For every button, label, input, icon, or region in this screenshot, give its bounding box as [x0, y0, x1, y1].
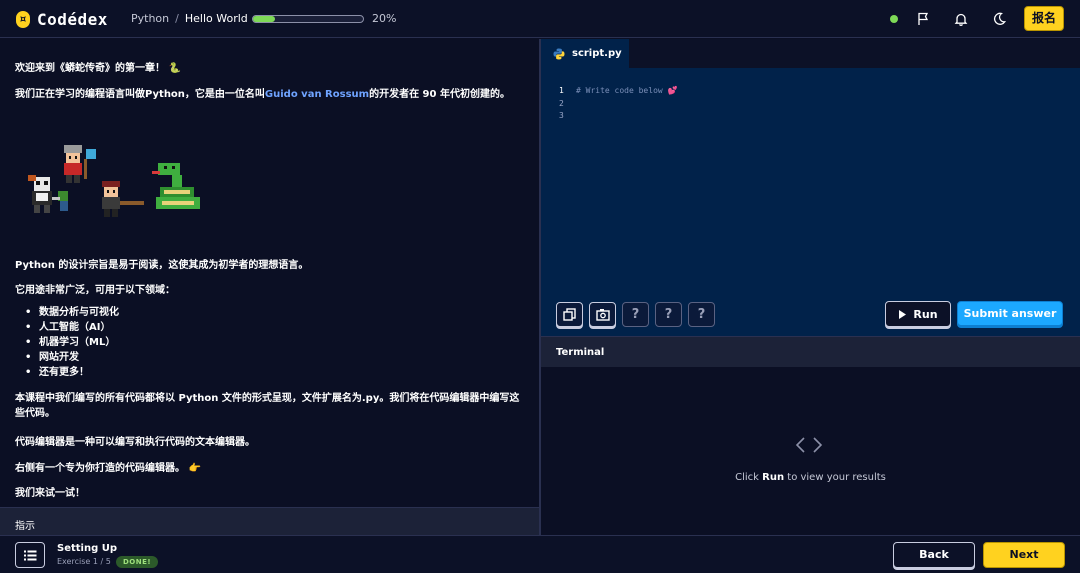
- code-line-2[interactable]: [576, 98, 678, 111]
- done-badge: DONE!: [116, 556, 159, 568]
- lesson-paragraph-6: 右侧有一个专为你打造的代码编辑器。 👉: [15, 459, 201, 474]
- screenshot-button[interactable]: [589, 302, 616, 327]
- line-number: 2: [559, 98, 564, 108]
- lesson-paragraph-1: 我们正在学习的编程语言叫做Python，它是由一位名叫Guido van Ros…: [15, 85, 510, 100]
- terminal-hint-run: Run: [762, 472, 785, 483]
- code-brackets-icon: [795, 437, 823, 453]
- lesson-paragraph-3: 它用途非常广泛，可用于以下领域：: [15, 285, 175, 296]
- terminal-hint-suffix: to view your results: [784, 472, 886, 483]
- code-area[interactable]: # Write code below 💕: [576, 85, 678, 123]
- locked-hint-button[interactable]: ?: [622, 302, 649, 327]
- pirate-sprite: [102, 181, 144, 217]
- goblin-sprite: [52, 191, 68, 211]
- breadcrumb-separator: /: [175, 12, 179, 25]
- back-button[interactable]: Back: [893, 542, 975, 568]
- guido-link[interactable]: Guido van Rossum: [265, 89, 369, 100]
- lesson-p1-prefix: 我们正在学习的编程语言叫做Python，它是由一位名叫: [15, 89, 265, 100]
- list-item: 网站开发: [25, 350, 119, 365]
- heart-emoji-icon: 💕: [667, 86, 678, 95]
- code-line-1[interactable]: # Write code below 💕: [576, 85, 678, 98]
- code-editor[interactable]: script.py 1 2 3 # Write code below 💕 ? ?…: [541, 39, 1080, 336]
- moon-icon[interactable]: [989, 9, 1009, 29]
- online-status-dot: [890, 15, 898, 23]
- lesson-intro-text: 欢迎来到《蟒蛇传奇》的第一章！: [15, 63, 165, 74]
- terminal-title: Terminal: [556, 347, 605, 358]
- breadcrumb-course[interactable]: Python: [131, 12, 169, 25]
- lesson-paragraph-4: 本课程中我们编写的所有代码都将以 Python 文件的形式呈现，文件扩展名为.p…: [15, 393, 520, 419]
- line-numbers: 1 2 3: [559, 85, 564, 123]
- bottom-bar: Setting Up Exercise 1 / 5 DONE! Back Nex…: [0, 535, 1080, 573]
- copy-icon: [563, 308, 576, 321]
- copy-code-button[interactable]: [556, 302, 583, 327]
- signup-button[interactable]: 报名: [1024, 6, 1064, 31]
- code-comment: # Write code below: [576, 86, 663, 95]
- list-item: 人工智能（AI）: [25, 320, 119, 335]
- locked-hint-button[interactable]: ?: [688, 302, 715, 327]
- exercise-title: Setting Up: [57, 543, 118, 554]
- logo[interactable]: ¤ Codédex: [16, 10, 108, 29]
- editor-tab-bar: script.py: [541, 39, 1080, 68]
- run-label: Run: [913, 307, 938, 321]
- lesson-panel: 欢迎来到《蟒蛇传奇》的第一章！ 🐍 我们正在学习的编程语言叫做Python，它是…: [0, 39, 539, 507]
- coin-logo-icon: ¤: [16, 11, 30, 28]
- terminal-output: Click Run to view your results: [541, 367, 1080, 535]
- breadcrumb-lesson: Hello World: [184, 12, 248, 25]
- progress-bar: [252, 15, 364, 23]
- exercise-menu-button[interactable]: [15, 542, 45, 568]
- list-item: 机器学习（ML）: [25, 335, 119, 350]
- uses-list: 数据分析与可视化 人工智能（AI） 机器学习（ML） 网站开发 还有更多！: [25, 305, 119, 380]
- line-number: 1: [559, 86, 564, 95]
- locked-hint-button[interactable]: ?: [655, 302, 682, 327]
- bell-icon[interactable]: [951, 9, 971, 29]
- terminal-hint-prefix: Click: [735, 472, 763, 483]
- list-icon: [23, 550, 36, 560]
- instructions-bar[interactable]: 指示: [0, 507, 539, 535]
- knight-sprite: [28, 175, 52, 213]
- progress-bar-fill: [253, 16, 275, 22]
- lesson-paragraph-2: Python 的设计宗旨是易于阅读，这使其成为初学者的理想语言。: [15, 260, 309, 271]
- breadcrumb: Python / Hello World: [131, 12, 248, 25]
- line-number: 3: [559, 111, 564, 120]
- top-bar: ¤ Codédex Python / Hello World 20% 报名: [0, 0, 1080, 38]
- lesson-paragraph-5: 代码编辑器是一种可以编写和执行代码的文本编辑器。: [15, 437, 255, 448]
- progress-text: 20%: [372, 12, 397, 25]
- flag-icon[interactable]: [913, 9, 933, 29]
- tab-script-py[interactable]: script.py: [541, 39, 629, 68]
- next-button[interactable]: Next: [983, 542, 1065, 568]
- python-icon: [553, 48, 565, 59]
- screenshot-icon: [595, 309, 610, 321]
- exercise-count: Exercise 1 / 5: [57, 557, 111, 566]
- list-item: 数据分析与可视化: [25, 305, 119, 320]
- play-icon: [899, 309, 907, 319]
- snake-emoji-icon: 🐍: [168, 63, 181, 74]
- logo-text: Codédex: [37, 10, 108, 29]
- snake-sprite: [152, 163, 200, 209]
- lesson-paragraph-7: 我们来试一试！: [15, 488, 85, 499]
- lesson-intro: 欢迎来到《蟒蛇传奇》的第一章！ 🐍: [15, 59, 181, 74]
- tab-label: script.py: [572, 48, 622, 59]
- code-line-3[interactable]: [576, 110, 678, 123]
- terminal-hint: Click Run to view your results: [541, 472, 1080, 483]
- warrior-sprite: [64, 145, 96, 183]
- instructions-label: 指示: [15, 521, 35, 532]
- pointing-hand-icon: 👉: [188, 463, 201, 474]
- list-item: 还有更多！: [25, 365, 119, 380]
- pixel-characters-illustration: [28, 145, 200, 217]
- lesson-p1-suffix: 的开发者在 90 年代初创建的。: [369, 89, 510, 100]
- lesson-p6-text: 右侧有一个专为你打造的代码编辑器。: [15, 463, 185, 474]
- terminal-header: Terminal: [541, 336, 1080, 367]
- submit-answer-button[interactable]: Submit answer: [957, 301, 1063, 326]
- run-button[interactable]: Run: [885, 301, 951, 327]
